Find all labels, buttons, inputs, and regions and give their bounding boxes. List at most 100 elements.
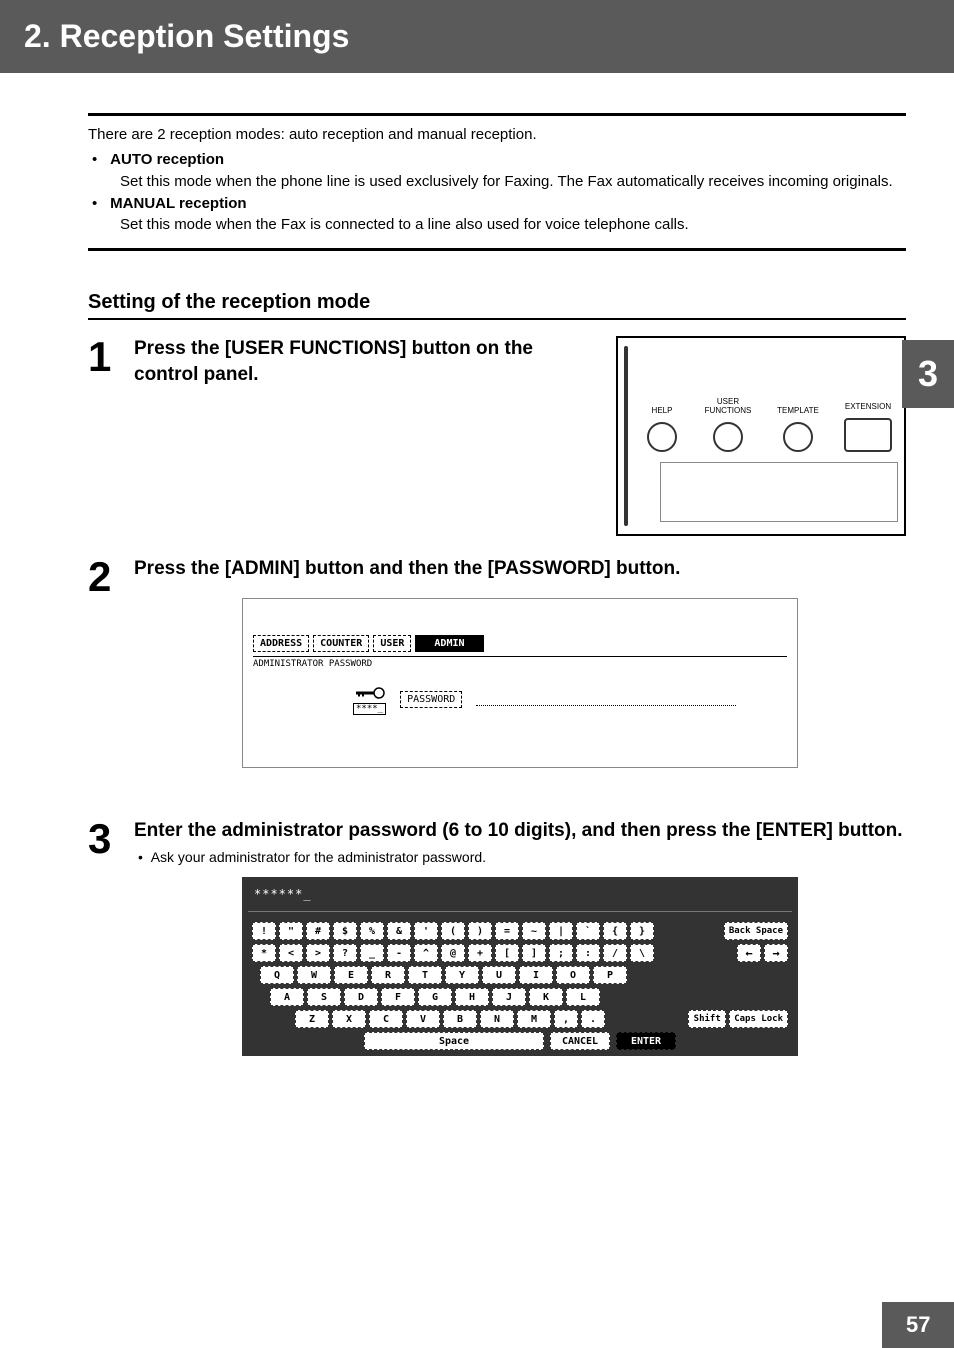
- keyboard-row-1: ! " # $ % & ' ( ) = ~ | ` { } Back Spac: [248, 922, 792, 940]
- keyboard-row-2: * < > ? _ - ^ @ + [ ] ; : / \ ←: [248, 944, 792, 962]
- extension-button[interactable]: [844, 418, 892, 452]
- key-s[interactable]: S: [307, 988, 341, 1006]
- help-label: HELP: [652, 394, 673, 416]
- key-comma[interactable]: ,: [554, 1010, 578, 1028]
- key-lt[interactable]: <: [279, 944, 303, 962]
- mode-auto-desc: Set this mode when the phone line is use…: [120, 171, 906, 193]
- key-period[interactable]: .: [581, 1010, 605, 1028]
- key-b[interactable]: B: [443, 1010, 477, 1028]
- key-gt[interactable]: >: [306, 944, 330, 962]
- key-m[interactable]: M: [517, 1010, 551, 1028]
- bullet-icon: •: [92, 193, 106, 215]
- tab-address[interactable]: ADDRESS: [253, 635, 309, 652]
- keyboard-row-5: Z X C V B N M , . Shift Caps Lock: [248, 1010, 792, 1028]
- key-r[interactable]: R: [371, 966, 405, 984]
- chapter-tab: 3: [902, 340, 954, 408]
- panel-decor: [624, 346, 628, 526]
- page-number: 57: [906, 1312, 930, 1337]
- extension-label: EXTENSION: [845, 390, 891, 412]
- key-i[interactable]: I: [519, 966, 553, 984]
- key-y[interactable]: Y: [445, 966, 479, 984]
- mode-manual-desc: Set this mode when the Fax is connected …: [120, 214, 906, 236]
- key-j[interactable]: J: [492, 988, 526, 1006]
- step-1: 1 Press the [USER FUNCTIONS] button on t…: [88, 336, 906, 536]
- key-under[interactable]: _: [360, 944, 384, 962]
- key-e[interactable]: E: [334, 966, 368, 984]
- user-functions-button[interactable]: [713, 422, 743, 452]
- key-q[interactable]: Q: [260, 966, 294, 984]
- key-hash[interactable]: #: [306, 922, 330, 940]
- step-1-text: Press the [USER FUNCTIONS] button on the…: [134, 336, 596, 387]
- key-percent[interactable]: %: [360, 922, 384, 940]
- key-excl[interactable]: !: [252, 922, 276, 940]
- key-backtick[interactable]: `: [576, 922, 600, 940]
- key-f[interactable]: F: [381, 988, 415, 1006]
- key-equals[interactable]: =: [495, 922, 519, 940]
- key-space[interactable]: Space: [364, 1032, 544, 1050]
- key-caret[interactable]: ^: [414, 944, 438, 962]
- key-backspace[interactable]: Back Space: [724, 922, 788, 940]
- key-rparen[interactable]: ): [468, 922, 492, 940]
- key-arrow-right[interactable]: →: [764, 944, 788, 962]
- asterisk-box: ****_: [353, 703, 386, 715]
- chapter-title: 2. Reception Settings: [24, 18, 349, 54]
- key-capslock[interactable]: Caps Lock: [729, 1010, 788, 1028]
- key-a[interactable]: A: [270, 988, 304, 1006]
- key-t[interactable]: T: [408, 966, 442, 984]
- key-amp[interactable]: &: [387, 922, 411, 940]
- key-qmark[interactable]: ?: [333, 944, 357, 962]
- key-lbracket[interactable]: [: [495, 944, 519, 962]
- key-bslash[interactable]: \: [630, 944, 654, 962]
- key-dollar[interactable]: $: [333, 922, 357, 940]
- key-rbrace[interactable]: }: [630, 922, 654, 940]
- key-p[interactable]: P: [593, 966, 627, 984]
- key-enter[interactable]: ENTER: [616, 1032, 676, 1050]
- key-pipe[interactable]: |: [549, 922, 573, 940]
- step-number: 2: [88, 556, 122, 798]
- key-at[interactable]: @: [441, 944, 465, 962]
- key-d[interactable]: D: [344, 988, 378, 1006]
- key-x[interactable]: X: [332, 1010, 366, 1028]
- keyboard-illustration: ******_ ! " # $ % & ' ( ) = ~ | ` { }: [242, 877, 798, 1056]
- help-button[interactable]: [647, 422, 677, 452]
- key-slash[interactable]: /: [603, 944, 627, 962]
- password-button[interactable]: PASSWORD: [400, 691, 462, 708]
- password-input-line[interactable]: [476, 694, 736, 706]
- step-3-note: • Ask your administrator for the adminis…: [138, 849, 906, 865]
- template-button[interactable]: [783, 422, 813, 452]
- key-o[interactable]: O: [556, 966, 590, 984]
- key-arrow-left[interactable]: ←: [737, 944, 761, 962]
- key-g[interactable]: G: [418, 988, 452, 1006]
- key-dquote[interactable]: ": [279, 922, 303, 940]
- tab-user[interactable]: USER: [373, 635, 411, 652]
- key-tilde[interactable]: ~: [522, 922, 546, 940]
- key-shift[interactable]: Shift: [688, 1010, 726, 1028]
- key-l[interactable]: L: [566, 988, 600, 1006]
- key-v[interactable]: V: [406, 1010, 440, 1028]
- key-w[interactable]: W: [297, 966, 331, 984]
- key-semi[interactable]: ;: [549, 944, 573, 962]
- key-lbrace[interactable]: {: [603, 922, 627, 940]
- reception-mode-list: • AUTO reception Set this mode when the …: [92, 149, 906, 236]
- key-squote[interactable]: ': [414, 922, 438, 940]
- key-plus[interactable]: +: [468, 944, 492, 962]
- key-lparen[interactable]: (: [441, 922, 465, 940]
- key-cancel[interactable]: CANCEL: [550, 1032, 610, 1050]
- step-3: 3 Enter the administrator password (6 to…: [88, 818, 906, 1057]
- key-u[interactable]: U: [482, 966, 516, 984]
- key-rbracket[interactable]: ]: [522, 944, 546, 962]
- key-k[interactable]: K: [529, 988, 563, 1006]
- tabs-row: ADDRESS COUNTER USER ADMIN: [253, 635, 787, 652]
- key-dash[interactable]: -: [387, 944, 411, 962]
- key-colon[interactable]: :: [576, 944, 600, 962]
- key-n[interactable]: N: [480, 1010, 514, 1028]
- key-c[interactable]: C: [369, 1010, 403, 1028]
- key-icon: ****_: [353, 685, 386, 715]
- divider: [88, 248, 906, 251]
- key-z[interactable]: Z: [295, 1010, 329, 1028]
- key-h[interactable]: H: [455, 988, 489, 1006]
- key-star[interactable]: *: [252, 944, 276, 962]
- tab-admin[interactable]: ADMIN: [415, 635, 483, 652]
- step-2-text: Press the [ADMIN] button and then the [P…: [134, 556, 906, 582]
- tab-counter[interactable]: COUNTER: [313, 635, 369, 652]
